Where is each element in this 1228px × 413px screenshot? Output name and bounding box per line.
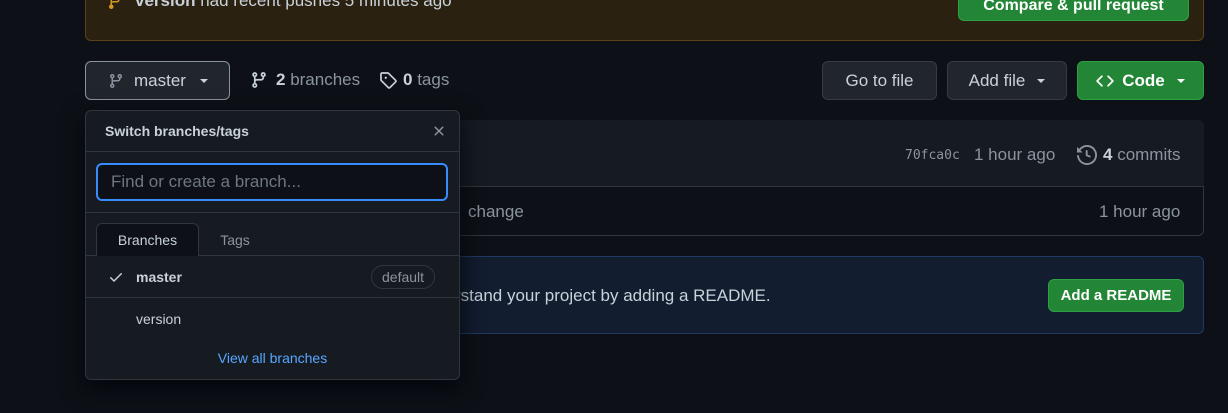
history-icon [1077, 145, 1097, 165]
tags-link[interactable]: 0 tags [379, 70, 449, 90]
file-commit-message[interactable]: change [468, 202, 524, 222]
check-icon [108, 269, 124, 285]
divider [86, 151, 459, 152]
chevron-down-icon [199, 78, 208, 83]
add-file-label: Add file [968, 70, 1026, 90]
code-button[interactable]: Code [1077, 61, 1204, 100]
banner-text: version had recent pushes 5 minutes ago [135, 0, 452, 11]
branch-name[interactable]: master [136, 269, 182, 285]
banner-branch-name[interactable]: version [135, 0, 195, 10]
divider [86, 212, 459, 213]
git-branch-icon [108, 73, 124, 89]
close-icon[interactable] [431, 123, 447, 139]
branches-link[interactable]: 2 branches [250, 70, 360, 90]
tag-icon [379, 71, 397, 89]
file-commit-time: 1 hour ago [1099, 202, 1181, 221]
code-icon [1096, 72, 1114, 90]
commit-sha[interactable]: 70fca0c [905, 148, 960, 163]
dropdown-title: Switch branches/tags [105, 123, 249, 139]
branch-select-button[interactable]: master [85, 61, 230, 100]
view-all-branches-link[interactable]: View all branches [86, 350, 459, 366]
tags-label: tags [412, 70, 450, 89]
commits-label: commits [1112, 145, 1181, 164]
commits-link[interactable]: 4 commits [1077, 145, 1180, 165]
branch-name[interactable]: version [136, 311, 181, 327]
chevron-down-icon [1037, 78, 1046, 83]
tab-branches[interactable]: Branches [96, 223, 199, 256]
code-label: Code [1122, 70, 1165, 90]
branch-search-input[interactable] [96, 163, 448, 201]
default-badge: default [371, 265, 436, 289]
git-branch-icon [107, 0, 123, 10]
add-readme-button[interactable]: Add a README [1048, 279, 1184, 312]
tab-tags[interactable]: Tags [200, 223, 270, 256]
current-branch-label: master [134, 70, 186, 90]
chevron-down-icon [1176, 78, 1185, 83]
banner-message: had recent pushes 5 minutes ago [195, 0, 452, 10]
git-branch-icon [250, 71, 268, 89]
add-file-button[interactable]: Add file [947, 61, 1067, 100]
compare-pull-request-button[interactable]: Compare & pull request [958, 0, 1189, 21]
readme-notice-text: rstand your project by adding a README. [455, 286, 771, 305]
branches-label: branches [285, 70, 361, 89]
go-to-file-button[interactable]: Go to file [822, 61, 937, 100]
commit-time: 1 hour ago [974, 145, 1056, 164]
